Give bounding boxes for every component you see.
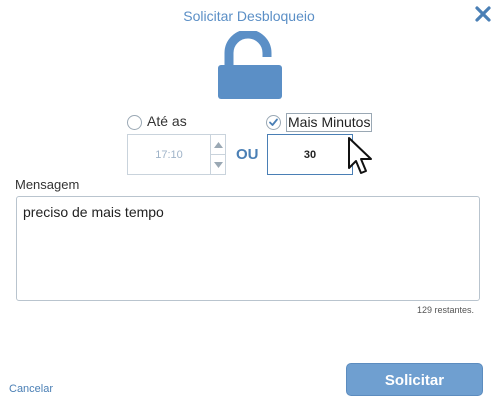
submit-button[interactable]: Solicitar — [346, 363, 483, 396]
radio-ate-as[interactable] — [127, 115, 142, 130]
dialog-title: Solicitar Desbloqueio — [183, 8, 315, 24]
stepper-buttons — [210, 135, 226, 174]
unlock-icon — [217, 29, 283, 101]
or-separator: OU — [236, 146, 259, 163]
time-stepper[interactable]: 17:10 — [127, 134, 226, 175]
message-label: Mensagem — [15, 177, 80, 192]
message-textarea[interactable]: preciso de mais tempo — [16, 196, 480, 301]
remaining-counter: 129 restantes. — [416, 305, 474, 315]
close-icon[interactable] — [474, 5, 492, 23]
minutes-input[interactable]: 30 — [267, 134, 353, 175]
mouse-cursor-icon — [347, 136, 375, 178]
mais-minutos-label: Mais Minutos — [286, 113, 373, 132]
chevron-down-icon — [214, 161, 223, 168]
cancel-link[interactable]: Cancelar — [9, 383, 53, 395]
check-icon — [269, 118, 278, 126]
chevron-up-icon — [214, 141, 223, 148]
stepper-down-button[interactable] — [211, 155, 226, 174]
radio-mais-minutos[interactable] — [266, 115, 281, 130]
time-value[interactable]: 17:10 — [128, 135, 210, 174]
stepper-up-button[interactable] — [211, 135, 226, 155]
ate-as-label: Até as — [147, 113, 187, 129]
